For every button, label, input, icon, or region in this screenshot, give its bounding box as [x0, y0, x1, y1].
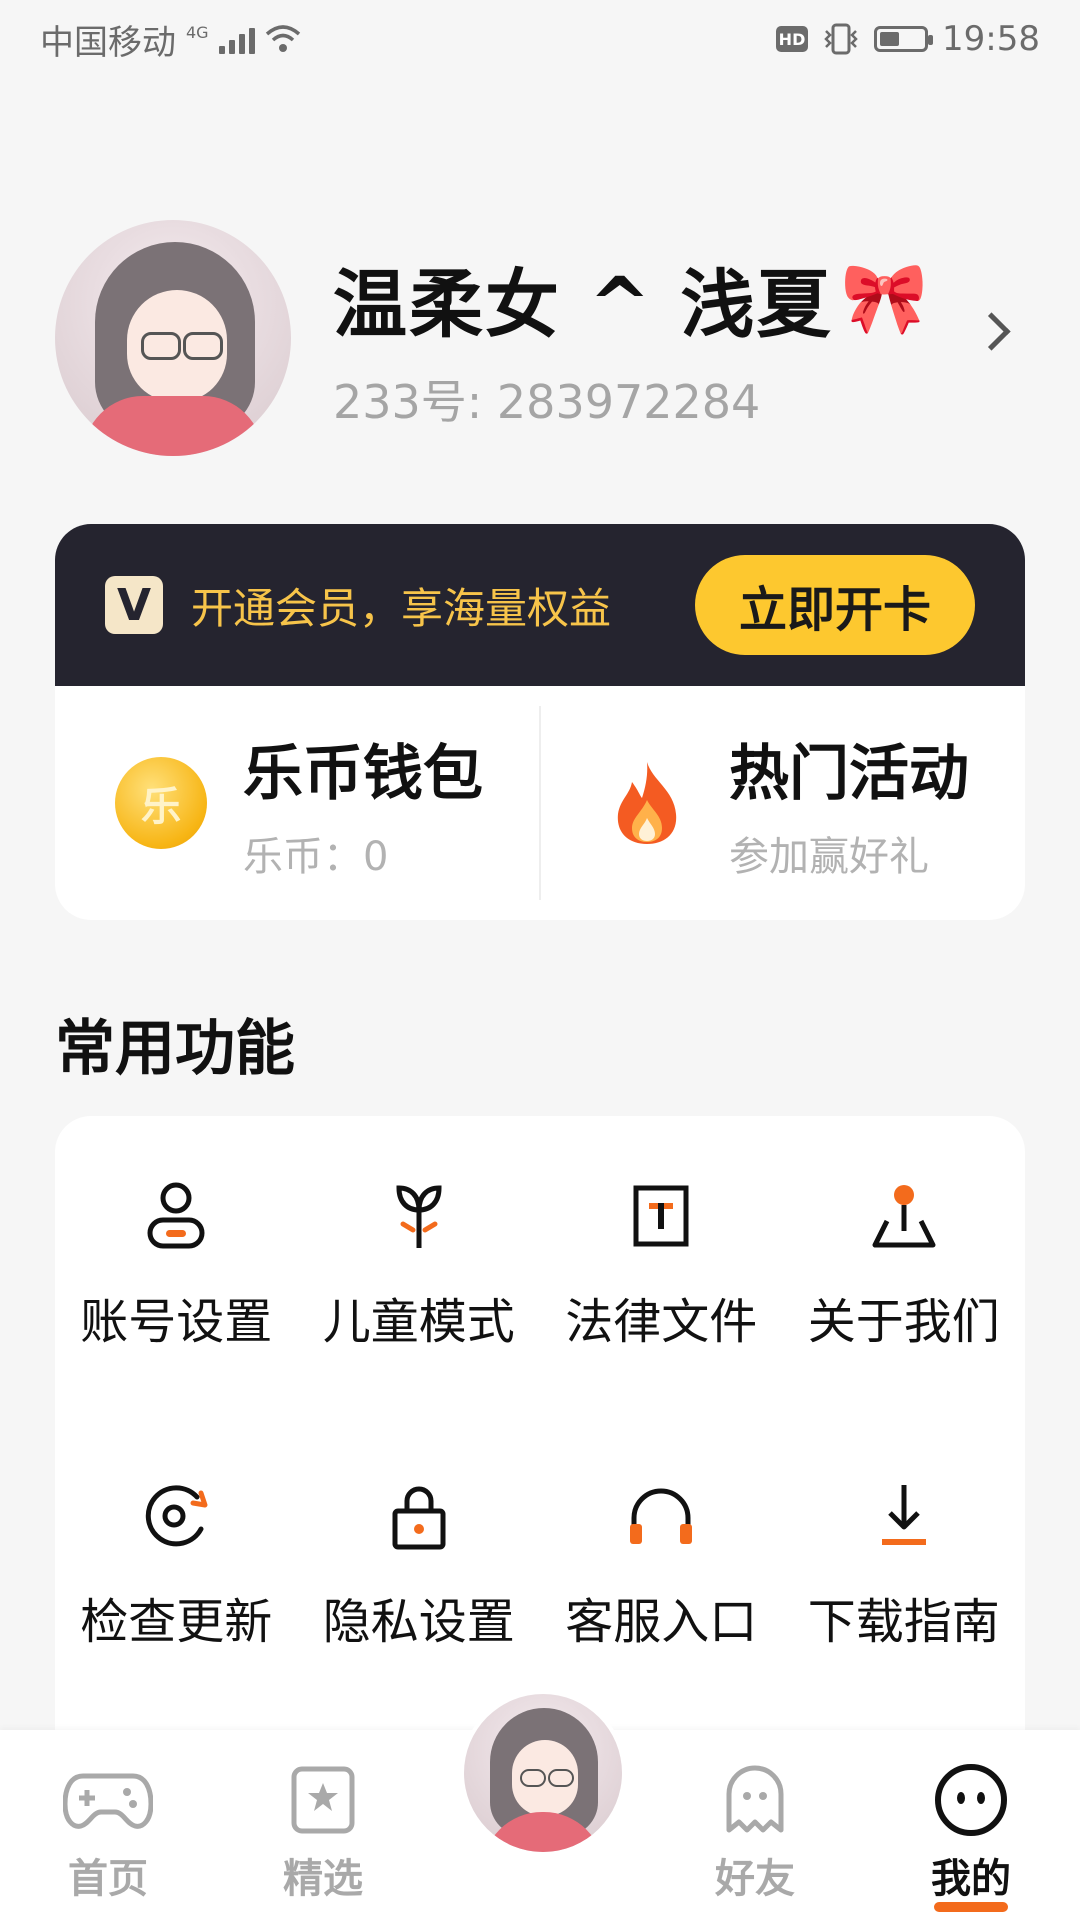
wifi-icon — [265, 25, 300, 52]
sprout-icon — [379, 1176, 459, 1256]
func-legal-documents[interactable]: 法律文件 — [540, 1176, 783, 1476]
nav-label: 精选 — [283, 1856, 363, 1902]
wallet-activity-cards: 乐 乐币钱包 乐币：0 热门活动 参加赢好礼 — [55, 686, 1025, 920]
status-bar: 中国移动 4G HD 19:58 — [0, 0, 1080, 78]
profile-info: 温柔女 ^ 浅夏 🎀 233号: 283972284 — [333, 245, 1025, 432]
func-label: 检查更新 — [80, 1594, 273, 1650]
document-icon — [621, 1176, 701, 1256]
section-title: 常用功能 — [55, 1014, 295, 1084]
func-kids-mode[interactable]: 儿童模式 — [298, 1176, 541, 1476]
hd-icon: HD — [776, 26, 809, 52]
download-icon — [864, 1476, 944, 1556]
vibrate-icon — [824, 23, 858, 55]
nav-friends[interactable]: 好友 — [690, 1760, 820, 1904]
nav-center-avatar[interactable] — [460, 1690, 626, 1856]
func-label: 关于我们 — [807, 1294, 1000, 1350]
user-id: 233号: 283972284 — [333, 374, 761, 429]
func-about-us[interactable]: 关于我们 — [783, 1176, 1026, 1476]
func-label: 儿童模式 — [322, 1294, 515, 1350]
headphones-icon — [621, 1476, 701, 1556]
func-label: 账号设置 — [80, 1294, 273, 1350]
carrier-label: 中国移动 — [40, 22, 176, 63]
wallet-info: 乐币钱包 乐币：0 — [243, 725, 483, 882]
vip-icon: V — [105, 576, 163, 634]
activity-sub: 参加赢好礼 — [729, 833, 929, 880]
activity-card[interactable]: 热门活动 参加赢好礼 — [539, 706, 1025, 900]
coin-icon: 乐 — [115, 757, 207, 849]
avatar[interactable] — [55, 220, 291, 456]
activity-info: 热门活动 参加赢好礼 — [729, 725, 969, 882]
wallet-balance: 乐币：0 — [243, 833, 389, 880]
nav-mine[interactable]: 我的 — [906, 1760, 1036, 1912]
signal-icon — [218, 24, 255, 54]
wallet-title: 乐币钱包 — [243, 738, 483, 809]
function-panel: 账号设置 儿童模式 法律文件 关于我们 检查更新 隐私设置 客服入口 下载指南 — [55, 1116, 1025, 1746]
fire-icon — [601, 757, 693, 849]
nickname-text: 温柔女 ^ 浅夏 — [333, 261, 833, 348]
nav-featured[interactable]: 精选 — [258, 1760, 388, 1904]
vip-banner[interactable]: V 开通会员，享海量权益 立即开卡 — [55, 524, 1025, 686]
network-label: 4G — [186, 22, 209, 42]
nav-label: 首页 — [68, 1856, 148, 1902]
func-label: 下载指南 — [807, 1594, 1000, 1650]
battery-level — [880, 32, 900, 46]
wallet-card[interactable]: 乐 乐币钱包 乐币：0 — [55, 686, 539, 920]
func-label: 隐私设置 — [322, 1594, 515, 1650]
open-card-button[interactable]: 立即开卡 — [695, 555, 975, 655]
star-card-icon — [278, 1760, 368, 1840]
nav-home[interactable]: 首页 — [43, 1760, 173, 1904]
clock: 19:58 — [942, 19, 1040, 59]
lock-icon — [379, 1476, 459, 1556]
face-icon — [926, 1760, 1016, 1840]
nickname: 温柔女 ^ 浅夏 🎀 — [333, 245, 1025, 352]
bottom-nav: 首页 精选 好友 我的 — [0, 1690, 1080, 1920]
gamepad-icon — [63, 1760, 153, 1840]
status-left: 中国移动 4G — [40, 15, 301, 64]
location-pin-icon — [864, 1176, 944, 1256]
active-indicator — [934, 1902, 1008, 1912]
battery-icon — [874, 26, 934, 52]
func-label: 法律文件 — [565, 1294, 758, 1350]
account-icon — [136, 1176, 216, 1256]
function-grid: 账号设置 儿童模式 法律文件 关于我们 检查更新 隐私设置 客服入口 下载指南 — [55, 1116, 1025, 1776]
status-right: HD 19:58 — [776, 19, 1040, 59]
ghost-icon — [710, 1760, 800, 1840]
vip-text: 开通会员，享海量权益 — [191, 583, 612, 633]
bow-icon: 🎀 — [840, 256, 930, 339]
avatar — [464, 1694, 622, 1852]
nav-label: 好友 — [715, 1856, 795, 1902]
activity-title: 热门活动 — [729, 738, 969, 809]
refresh-icon — [136, 1476, 216, 1556]
nav-label: 我的 — [931, 1856, 1011, 1902]
func-label: 客服入口 — [565, 1594, 758, 1650]
func-account-settings[interactable]: 账号设置 — [55, 1176, 298, 1476]
profile-header[interactable]: 温柔女 ^ 浅夏 🎀 233号: 283972284 — [55, 218, 1025, 458]
